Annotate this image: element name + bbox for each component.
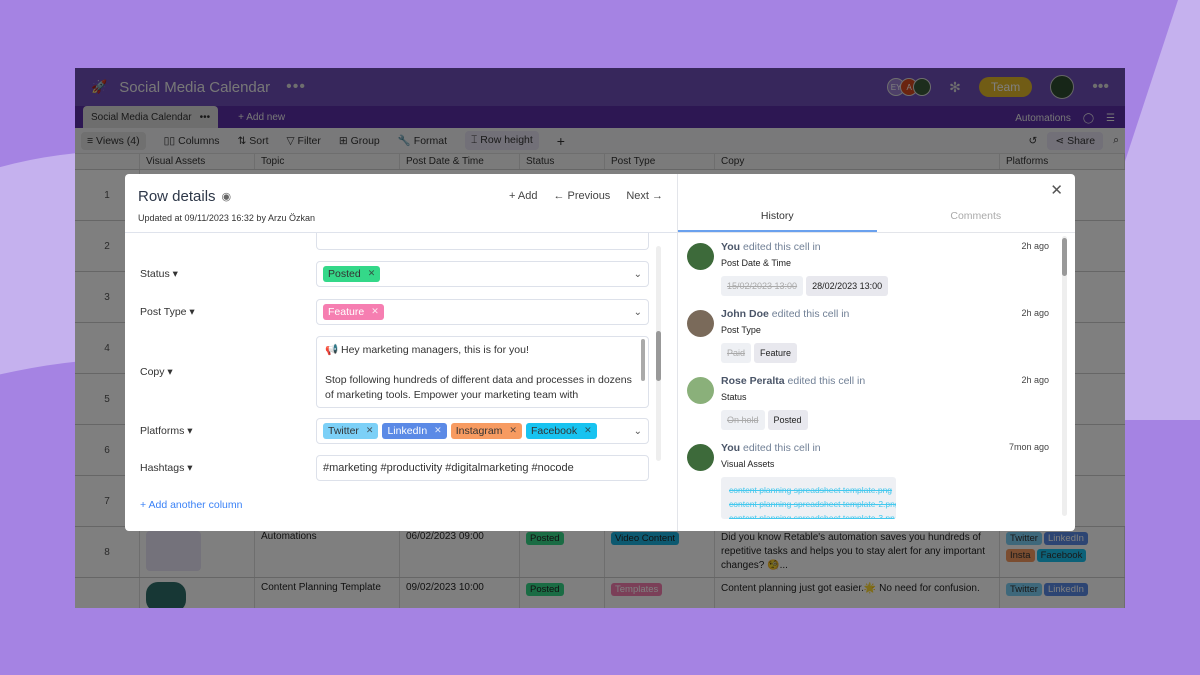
remove-chip-icon[interactable]: ✕ [368,268,376,280]
platform-chip: LinkedIn ✕ [382,423,447,439]
history-column: Visual Assets [721,459,775,469]
updated-info: Updated at 09/11/2023 16:32 by Arzu Özka… [138,213,315,223]
history-column: Post Date & Time [721,258,792,268]
chevron-down-icon[interactable]: ⌄ [634,307,642,318]
history-time: 2h ago [1021,241,1049,251]
history-time: 7mon ago [1008,442,1049,452]
status-chip: Posted ✕ [323,266,381,282]
platform-chip-label: Instagram [455,425,503,437]
post-type-chip-label: Feature [328,306,365,318]
post-type-field-label[interactable]: Post Type ▾ [140,306,316,318]
old-value: On hold [721,410,765,430]
user-avatar [687,444,714,471]
history-column: Post Type [721,325,761,335]
post-type-select[interactable]: Feature ✕ ⌄ [316,299,649,325]
fields-list: Status ▾ Posted ✕ ⌄ Post Type ▾ Feature ✕ … [125,233,677,511]
history-user: Rose Peralta [721,375,785,387]
copy-field-label[interactable]: Copy ▾ [140,366,316,378]
platform-chip-label: Facebook [530,425,578,437]
previous-field-box[interactable] [316,233,649,250]
previous-row-button[interactable]: ← Previous [553,190,610,202]
history-time: 2h ago [1021,375,1049,385]
history-item: You edited this cell in 2h ago Post Date… [687,241,1075,296]
history-action: edited this cell in [742,241,821,253]
history-panel: ✕ History Comments You edited this cell … [678,174,1075,531]
remove-chip-icon[interactable]: ✕ [371,306,379,318]
status-select[interactable]: Posted ✕ ⌄ [316,261,649,287]
new-value: 28/02/2023 13:00 [806,276,889,296]
old-value: 15/02/2023 13:00 [721,276,804,296]
remove-chip-icon[interactable]: ✕ [584,425,592,437]
history-user: You [721,442,741,454]
user-avatar [687,310,714,337]
row-details-modal: Row details ◉ Updated at 09/11/2023 16:3… [125,174,1075,531]
row-details-panel: Row details ◉ Updated at 09/11/2023 16:3… [125,174,678,531]
copy-textarea[interactable]: 📢 Hey marketing managers, this is for yo… [316,336,649,408]
copy-line: Stop following hundreds of different dat… [325,374,632,401]
history-action: edited this cell in [787,375,866,387]
chevron-down-icon[interactable]: ⌄ [634,426,642,437]
post-type-chip: Feature ✕ [323,304,384,320]
close-icon[interactable]: ✕ [1050,181,1063,199]
fields-scrollbar[interactable] [656,246,661,461]
file-link[interactable]: content planning spreadsheet template.pn… [729,483,892,497]
copy-line: 📢 Hey marketing managers, this is for yo… [325,344,529,356]
scrollbar-thumb[interactable] [1062,238,1067,276]
history-user: You [721,241,741,253]
platform-chip: Instagram ✕ [450,423,522,439]
new-value: Feature [754,343,798,363]
chevron-down-icon[interactable]: ⌄ [634,269,642,280]
old-value: Paid [721,343,752,363]
hashtags-input[interactable]: #marketing #productivity #digitalmarketi… [316,455,649,481]
history-action: edited this cell in [742,442,821,454]
status-chip-label: Posted [328,268,361,280]
tab-comments[interactable]: Comments [877,210,1076,232]
file-link[interactable]: content planning spreadsheet template-3.… [729,511,896,519]
user-avatar [687,243,714,270]
new-value: Posted [767,410,808,430]
remove-chip-icon[interactable]: ✕ [366,425,374,437]
remove-chip-icon[interactable]: ✕ [434,425,442,437]
next-row-button[interactable]: Next → [626,190,663,202]
history-item: You edited this cell in 7mon ago Visual … [687,442,1075,519]
add-row-button[interactable]: + Add [509,190,537,202]
eye-icon[interactable]: ◉ [222,190,232,203]
scrollbar-thumb[interactable] [656,331,661,381]
user-avatar [687,377,714,404]
copy-scrollbar[interactable] [641,339,645,381]
file-link[interactable]: content planning spreadsheet template-2.… [729,497,896,511]
history-action: edited this cell in [771,308,850,320]
modal-title: Row details [138,188,216,205]
history-user: John Doe [721,308,769,320]
history-column: Status [721,392,747,402]
hashtags-field-label[interactable]: Hashtags ▾ [140,462,316,474]
history-scrollbar[interactable] [1062,236,1067,516]
platform-chip: Facebook ✕ [525,423,597,439]
platforms-field-label[interactable]: Platforms ▾ [140,425,316,437]
tab-history[interactable]: History [678,210,877,232]
status-field-label[interactable]: Status ▾ [140,268,316,280]
old-files: content planning spreadsheet template.pn… [721,477,896,519]
history-tabs: History Comments [678,210,1075,233]
platform-chip-label: Twitter [328,425,359,437]
history-time: 2h ago [1021,308,1049,318]
platform-chip-label: LinkedIn [387,425,428,437]
platform-chip: Twitter ✕ [323,423,379,439]
remove-chip-icon[interactable]: ✕ [509,425,517,437]
history-item: John Doe edited this cell in 2h ago Post… [687,308,1075,363]
add-another-column-button[interactable]: + Add another column [140,499,649,511]
platforms-select[interactable]: Twitter ✕ LinkedIn ✕ Instagram ✕ Facebook ✕ … [316,418,649,444]
history-item: Rose Peralta edited this cell in 2h ago … [687,375,1075,430]
history-list: You edited this cell in 2h ago Post Date… [678,233,1075,523]
modal-header: Row details ◉ Updated at 09/11/2023 16:3… [125,174,677,233]
